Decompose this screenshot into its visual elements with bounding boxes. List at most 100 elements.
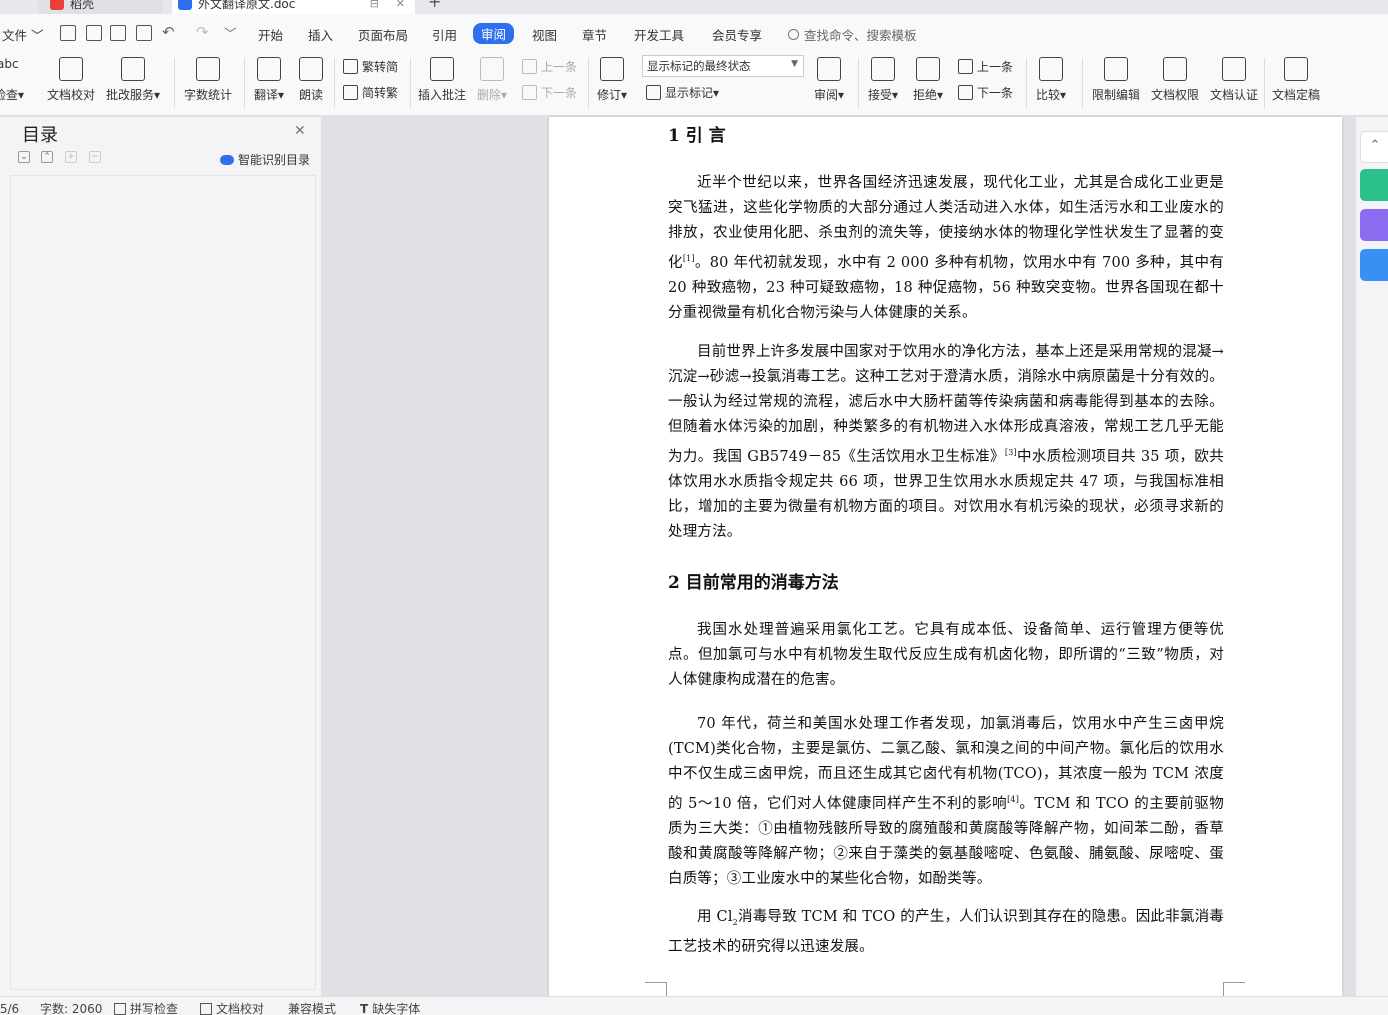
missing-font-label: 缺失字体 xyxy=(372,1002,421,1015)
doc-permission-button[interactable]: 文档权限 xyxy=(1151,52,1199,103)
read-aloud-label: 朗读 xyxy=(299,88,324,102)
next-change-button[interactable]: 下一条 xyxy=(958,84,1013,101)
tab-document[interactable]: 外文翻译原文.doc ⊟ ✕ xyxy=(172,0,415,14)
doc-proof-status[interactable]: 文档校对 xyxy=(200,1000,264,1015)
insert-comment-button[interactable]: 插入批注 xyxy=(418,52,466,103)
menu-insert[interactable]: 插入 xyxy=(308,25,333,44)
undo-icon[interactable]: ↶ xyxy=(162,23,175,41)
abc-spell-icon: abc xyxy=(0,57,19,71)
missing-font-button[interactable]: T 缺失字体 xyxy=(360,1000,420,1015)
word-count-icon xyxy=(196,57,220,81)
collapse-up-icon[interactable]: ⌃ xyxy=(1360,131,1388,163)
doc-permission-label: 文档权限 xyxy=(1151,88,1200,102)
citation-ref: [1] xyxy=(682,254,695,263)
page-indicator[interactable]: 页面: 5/6 xyxy=(0,1000,19,1015)
to-simplified-label: 简转繁 xyxy=(362,86,399,100)
expand-icon[interactable]: + xyxy=(65,151,77,163)
doc-proof-status-label: 文档校对 xyxy=(216,1002,265,1015)
show-markup-icon xyxy=(646,85,661,100)
file-menu[interactable]: 文件 ﹀ xyxy=(2,25,44,44)
markup-mode-select[interactable]: 显示标记的最终状态 ▼ xyxy=(642,55,804,77)
menu-member[interactable]: 会员专享 xyxy=(712,25,762,44)
review-pane-icon xyxy=(817,57,842,81)
ribbon-divider xyxy=(244,58,245,108)
spell-check-label: 拼写检查 xyxy=(130,1002,179,1015)
delete-comment-button[interactable]: 删除▾ xyxy=(477,52,507,103)
collapse-up-icon[interactable]: ⌃ xyxy=(41,151,53,163)
tab-docer[interactable]: 稻壳 xyxy=(38,0,163,14)
track-changes-icon xyxy=(600,57,625,81)
print-preview-icon[interactable] xyxy=(136,25,152,41)
command-search[interactable]: 查找命令、搜索模板 xyxy=(788,25,917,44)
prev-comment-button[interactable]: 上一条 xyxy=(522,58,577,75)
reject-button[interactable]: 拒绝▾ xyxy=(913,52,943,103)
to-simplified-button[interactable]: 简转繁 xyxy=(343,84,398,101)
tab-bar: 稻壳 外文翻译原文.doc ⊟ ✕ + xyxy=(0,0,1388,14)
close-icon[interactable]: ✕ xyxy=(396,0,405,10)
ribbon-divider xyxy=(1264,58,1265,108)
smart-toc-button[interactable]: 智能识别目录 xyxy=(220,151,310,168)
next-comment-icon xyxy=(522,85,537,100)
restrict-edit-icon xyxy=(1104,57,1128,81)
ribbon-divider xyxy=(588,58,589,108)
next-comment-button[interactable]: 下一条 xyxy=(522,84,577,101)
save-icon[interactable] xyxy=(60,25,76,41)
print-icon[interactable] xyxy=(110,25,126,41)
track-changes-label: 修订 xyxy=(597,88,622,102)
toc-title: 目录 xyxy=(22,125,58,146)
markup-mode-value: 显示标记的最终状态 xyxy=(647,59,751,73)
word-doc-icon xyxy=(178,0,192,10)
collapse-icon[interactable]: − xyxy=(89,151,101,163)
compare-button[interactable]: 比较▾ xyxy=(1036,52,1066,103)
to-traditional-button[interactable]: 繁转简 xyxy=(343,58,398,75)
translate-button[interactable]: 翻译▾ xyxy=(254,52,284,103)
menu-references[interactable]: 引用 xyxy=(432,25,457,44)
pin-icon[interactable]: ⊟ xyxy=(370,0,379,10)
prev-change-button[interactable]: 上一条 xyxy=(958,58,1013,75)
trad-icon xyxy=(343,59,358,74)
margin-corner-mark xyxy=(645,982,667,996)
word-count-button[interactable]: 字数统计 xyxy=(184,52,232,103)
chevron-down-icon: ▼ xyxy=(791,59,798,69)
menu-chapter[interactable]: 章节 xyxy=(582,25,607,44)
insert-comment-label: 插入批注 xyxy=(418,88,467,102)
prev-change-label: 上一条 xyxy=(977,60,1014,74)
new-tab-button[interactable]: + xyxy=(428,0,441,11)
search-icon xyxy=(788,29,799,40)
track-changes-button[interactable]: 修订▾ xyxy=(597,52,627,103)
menu-review[interactable]: 审阅 xyxy=(473,23,515,44)
show-markup-button[interactable]: 显示标记 ▾ xyxy=(646,84,719,101)
proof-icon xyxy=(200,1002,212,1015)
menu-page-layout[interactable]: 页面布局 xyxy=(358,25,408,44)
doc-edit-icon[interactable] xyxy=(1360,249,1388,281)
spellcheck-label: 检查 xyxy=(0,88,19,102)
doc-proof-button[interactable]: 文档校对 xyxy=(47,52,95,103)
read-aloud-button[interactable]: 朗读 xyxy=(299,52,323,103)
restrict-edit-button[interactable]: 限制编辑 xyxy=(1092,52,1140,103)
doc-auth-button[interactable]: 文档认证 xyxy=(1210,52,1258,103)
close-icon[interactable]: ✕ xyxy=(294,123,306,139)
review-pane-button[interactable]: 审阅▾ xyxy=(814,52,844,103)
menu-home[interactable]: 开始 xyxy=(258,25,283,44)
review-ribbon: abc 检查▾ 文档校对 批改服务▾ 字数统计 翻译▾ 朗读 繁转简 简转繁 插… xyxy=(0,52,1388,116)
checkbox-icon xyxy=(114,1002,126,1015)
spell-check-toggle[interactable]: 拼写检查 xyxy=(114,1000,178,1015)
collapse-down-icon[interactable]: ⌄ xyxy=(18,151,30,163)
word-count-status[interactable]: 字数: 2060 xyxy=(40,1000,102,1015)
compat-mode: 兼容模式 xyxy=(288,1002,337,1015)
menu-view[interactable]: 视图 xyxy=(532,25,557,44)
export-icon[interactable] xyxy=(86,25,102,41)
prev-change-icon xyxy=(958,59,973,74)
doc-review-icon[interactable] xyxy=(1360,209,1388,241)
document-page[interactable]: 1 引 言 近半个世纪以来，世界各国经济迅速发展，现代化工业，尤其是合成化工业更… xyxy=(549,117,1342,996)
accept-button[interactable]: 接受▾ xyxy=(868,52,898,103)
correction-service-button[interactable]: 批改服务▾ xyxy=(106,52,160,103)
menu-developer[interactable]: 开发工具 xyxy=(634,25,684,44)
prev-comment-label: 上一条 xyxy=(541,60,578,74)
customize-chevron-icon[interactable]: ﹀ xyxy=(224,23,237,42)
doc-final-button[interactable]: 文档定稿 xyxy=(1272,52,1320,103)
ai-assistant-icon[interactable] xyxy=(1360,169,1388,201)
spellcheck-button[interactable]: abc 检查▾ xyxy=(0,52,24,103)
redo-icon[interactable]: ↷ xyxy=(196,23,209,41)
citation-ref: [3] xyxy=(1004,448,1017,457)
